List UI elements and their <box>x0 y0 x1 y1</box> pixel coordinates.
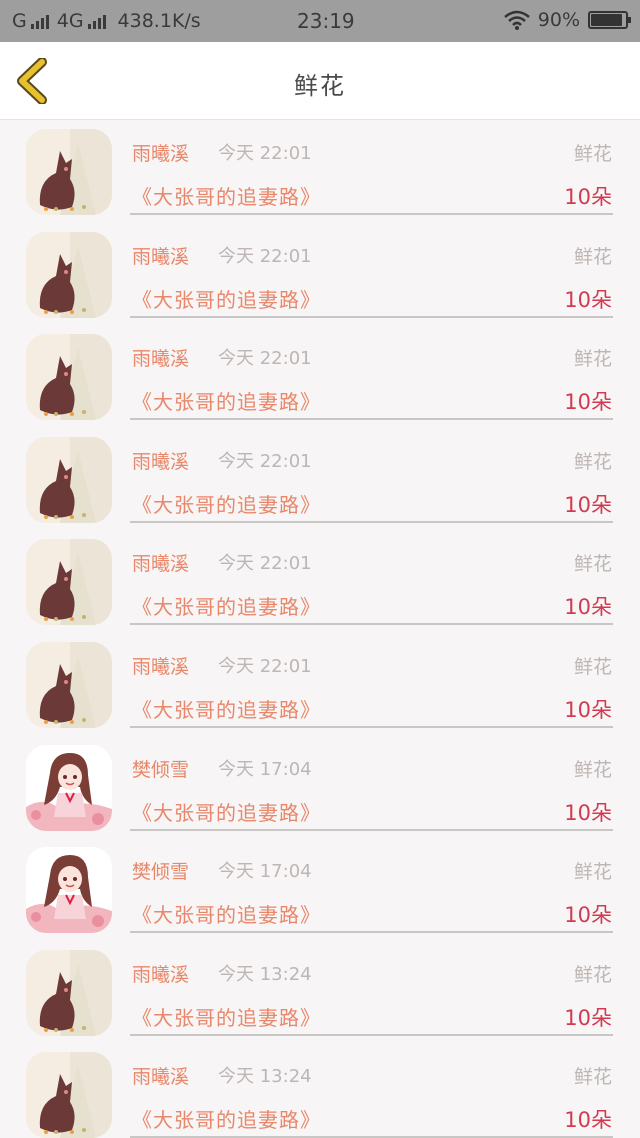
divider <box>130 931 613 934</box>
gift-type: 鲜花 <box>573 450 612 473</box>
divider <box>130 213 613 215</box>
book-title[interactable]: 《大张哥的追妻路》 <box>132 1104 321 1133</box>
gift-type: 鲜花 <box>573 553 612 576</box>
gift-type: 鲜花 <box>573 861 612 884</box>
list-item[interactable]: 雨曦溪 今天 13:24 鲜花 《大张哥的追妻路》 10朵 <box>0 1044 640 1138</box>
sender-name[interactable]: 樊倾雪 <box>132 857 189 884</box>
cat-avatar[interactable] <box>26 231 112 318</box>
book-title[interactable]: 《大张哥的追妻路》 <box>132 899 321 928</box>
cat-avatar[interactable] <box>26 334 112 421</box>
sender-name[interactable]: 雨曦溪 <box>132 960 189 987</box>
divider <box>130 623 613 626</box>
divider <box>130 828 613 831</box>
book-title[interactable]: 《大张哥的追妻路》 <box>132 489 321 518</box>
list-item[interactable]: 雨曦溪 今天 22:01 鲜花 《大张哥的追妻路》 10朵 <box>0 326 640 429</box>
sender-name[interactable]: 雨曦溪 <box>132 242 189 269</box>
cat-avatar[interactable] <box>26 949 112 1036</box>
timestamp: 今天 17:04 <box>218 861 312 883</box>
network-status: G 4G 438.1K/s <box>12 10 201 32</box>
book-title[interactable]: 《大张哥的追妻路》 <box>132 797 321 826</box>
gift-type: 鲜花 <box>573 758 612 781</box>
timestamp: 今天 17:04 <box>218 758 312 780</box>
status-bar: G 4G 438.1K/s 23:19 90% <box>0 0 640 42</box>
sender-name[interactable]: 雨曦溪 <box>132 139 189 166</box>
sender-name[interactable]: 雨曦溪 <box>132 344 189 371</box>
book-title[interactable]: 《大张哥的追妻路》 <box>132 181 321 210</box>
gift-count: 10朵 <box>564 1005 612 1030</box>
timestamp: 今天 22:01 <box>218 143 312 164</box>
book-title[interactable]: 《大张哥的追妻路》 <box>132 1002 321 1031</box>
battery-percent: 90% <box>537 9 580 31</box>
gift-type: 鲜花 <box>573 245 612 268</box>
sender-name[interactable]: 雨曦溪 <box>132 1062 189 1089</box>
sender-name[interactable]: 雨曦溪 <box>132 549 189 576</box>
timestamp: 今天 22:01 <box>218 348 312 370</box>
timestamp: 今天 13:24 <box>218 1066 312 1088</box>
system-icons: 90% <box>503 9 631 31</box>
list-item[interactable]: 雨曦溪 今天 13:24 鲜花 《大张哥的追妻路》 10朵 <box>0 942 640 1045</box>
network-left-label: G <box>12 10 27 32</box>
flower-list: 雨曦溪 今天 22:01 鲜花 《大张哥的追妻路》 10朵 雨曦溪 今天 22:… <box>0 121 640 1138</box>
network-speed: 438.1K/s <box>117 10 201 32</box>
book-title[interactable]: 《大张哥的追妻路》 <box>132 386 321 415</box>
cat-avatar[interactable] <box>26 436 112 523</box>
divider <box>130 520 613 523</box>
page-title: 鲜花 <box>294 72 346 100</box>
timestamp: 今天 22:01 <box>218 450 312 472</box>
timestamp: 今天 22:01 <box>218 553 312 575</box>
cat-avatar[interactable] <box>26 641 112 728</box>
gift-count: 10朵 <box>564 595 612 620</box>
cat-avatar[interactable] <box>26 129 112 215</box>
timestamp: 今天 13:24 <box>218 963 312 985</box>
cat-avatar[interactable] <box>26 1052 112 1138</box>
divider <box>130 418 613 421</box>
divider <box>130 315 613 318</box>
wifi-icon <box>503 10 530 30</box>
timestamp: 今天 22:01 <box>218 245 312 267</box>
gift-count: 10朵 <box>564 1108 612 1133</box>
book-title[interactable]: 《大张哥的追妻路》 <box>132 694 321 723</box>
book-title[interactable]: 《大张哥的追妻路》 <box>132 591 321 620</box>
divider <box>130 1033 613 1036</box>
girl-avatar[interactable] <box>26 847 112 934</box>
sender-name[interactable]: 雨曦溪 <box>132 447 189 474</box>
divider <box>130 725 613 728</box>
title-bar: 鲜花 <box>0 42 640 120</box>
gift-type: 鲜花 <box>573 348 612 371</box>
girl-avatar[interactable] <box>26 744 112 831</box>
gift-type: 鲜花 <box>573 143 612 165</box>
list-item[interactable]: 雨曦溪 今天 22:01 鲜花 《大张哥的追妻路》 10朵 <box>0 429 640 532</box>
gift-count: 10朵 <box>564 800 612 825</box>
list-item[interactable]: 雨曦溪 今天 22:01 鲜花 《大张哥的追妻路》 10朵 <box>0 531 640 634</box>
gift-type: 鲜花 <box>573 963 612 986</box>
gift-count: 10朵 <box>564 492 612 517</box>
clock: 23:19 <box>297 9 355 33</box>
timestamp: 今天 22:01 <box>218 655 312 677</box>
cat-avatar[interactable] <box>26 539 112 626</box>
list-item[interactable]: 樊倾雪 今天 17:04 鲜花 《大张哥的追妻路》 10朵 <box>0 737 640 840</box>
list-item[interactable]: 雨曦溪 今天 22:01 鲜花 《大张哥的追妻路》 10朵 <box>0 634 640 737</box>
list-item[interactable]: 樊倾雪 今天 17:04 鲜花 《大张哥的追妻路》 10朵 <box>0 839 640 942</box>
network-right-label: 4G <box>56 10 84 32</box>
gift-count: 10朵 <box>564 390 612 415</box>
gift-type: 鲜花 <box>573 1066 612 1089</box>
signal-icon <box>87 13 106 29</box>
gift-count: 10朵 <box>564 185 612 209</box>
gift-type: 鲜花 <box>573 655 612 678</box>
book-title[interactable]: 《大张哥的追妻路》 <box>132 284 321 313</box>
list-item[interactable]: 雨曦溪 今天 22:01 鲜花 《大张哥的追妻路》 10朵 <box>0 121 640 224</box>
gift-count: 10朵 <box>564 697 612 722</box>
gift-count: 10朵 <box>564 287 612 312</box>
sender-name[interactable]: 樊倾雪 <box>132 755 189 782</box>
signal-icon <box>30 13 49 29</box>
list-item[interactable]: 雨曦溪 今天 22:01 鲜花 《大张哥的追妻路》 10朵 <box>0 224 640 327</box>
battery-icon <box>588 11 631 29</box>
gift-count: 10朵 <box>564 903 612 928</box>
sender-name[interactable]: 雨曦溪 <box>132 652 189 679</box>
